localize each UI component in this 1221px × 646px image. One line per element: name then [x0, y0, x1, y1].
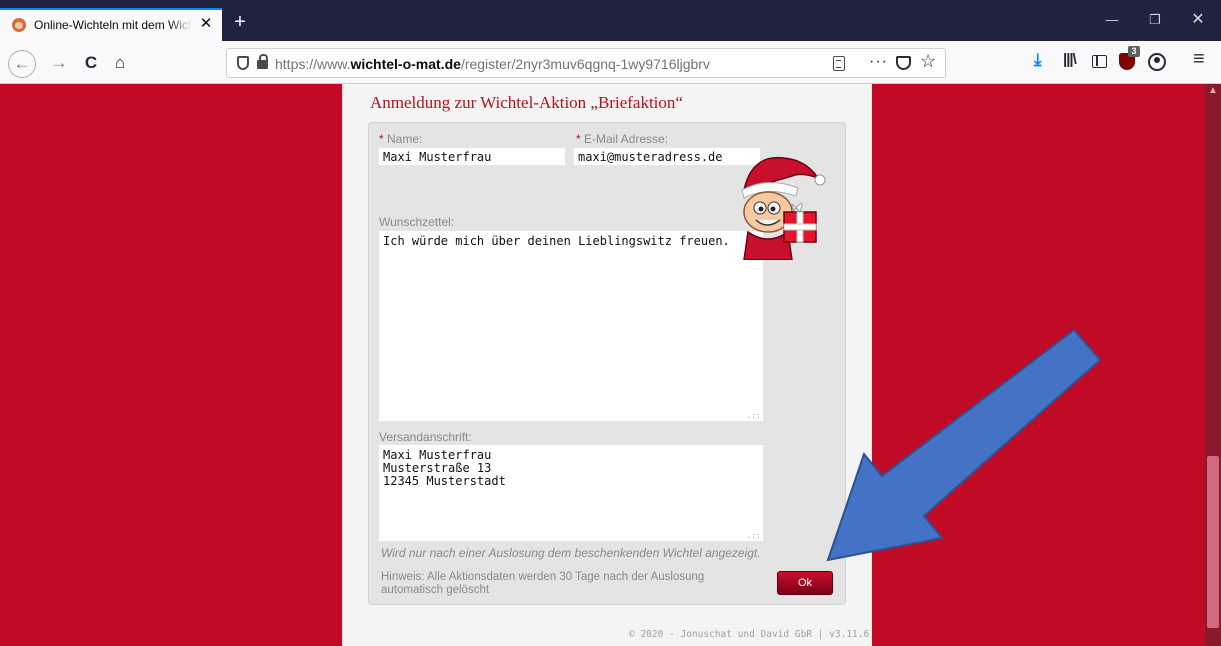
new-tab-button[interactable]: + [230, 12, 250, 32]
library-icon[interactable]: |||\ [1063, 51, 1077, 68]
tab-bar: Online-Wichteln mit dem Wichtel-O-Mat ✕ … [0, 0, 1221, 41]
page-actions-more-icon[interactable]: ··· [869, 53, 888, 71]
email-label: * E-Mail Adresse: [576, 132, 668, 146]
url-text[interactable]: https://www.wichtel-o-mat.de/register/2n… [275, 56, 710, 72]
bookmark-star-icon[interactable]: ☆ [920, 51, 936, 72]
tab-close-icon[interactable]: ✕ [198, 15, 214, 33]
reload-button[interactable]: C [80, 52, 102, 74]
url-domain: wichtel-o-mat.de [350, 56, 461, 72]
wichtel-mascot-icon [741, 156, 826, 260]
tab-title: Online-Wichteln mit dem Wichtel-O-Mat [34, 18, 192, 32]
name-label-text: Name: [383, 132, 423, 146]
ublock-badge: 3 [1128, 46, 1140, 57]
tracking-shield-icon[interactable] [237, 56, 249, 70]
address-text: Maxi Musterfrau Musterstraße 13 12345 Mu… [383, 448, 506, 488]
footer-copyright: © 2020 - Jonuschat und David GbR | v3.11… [629, 629, 870, 640]
ok-button[interactable]: Ok [777, 571, 833, 595]
window-close-button[interactable]: ✕ [1186, 10, 1210, 30]
address-label: Versandanschrift: [379, 430, 472, 444]
email-label-text: E-Mail Adresse: [580, 132, 669, 146]
url-prefix: https://www. [275, 56, 351, 72]
url-path: /register/2nyr3muv6qgnq-1wy9716ljgbrv [460, 56, 710, 72]
address-hint: Wird nur nach einer Auslosung dem besche… [381, 546, 761, 560]
lock-icon[interactable] [257, 54, 268, 69]
hamburger-menu-icon[interactable]: ≡ [1193, 48, 1205, 71]
data-deletion-note: Hinweis: Alle Aktionsdaten werden 30 Tag… [381, 571, 705, 596]
url-bar[interactable]: https://www.wichtel-o-mat.de/register/2n… [226, 48, 946, 78]
sidebar-icon[interactable] [1092, 55, 1107, 68]
scroll-up-icon[interactable]: ▲ [1205, 84, 1221, 98]
wishlist-textarea[interactable]: Ich würde mich über deinen Lieblingswitz… [378, 230, 764, 422]
window-maximize-button[interactable]: ❐ [1143, 10, 1167, 30]
name-label: * Name: [379, 132, 422, 146]
home-button[interactable]: ⌂ [109, 52, 131, 74]
address-textarea[interactable]: Maxi Musterfrau Musterstraße 13 12345 Mu… [378, 444, 764, 542]
wishlist-text: Ich würde mich über deinen Lieblingswitz… [383, 234, 730, 248]
scrollbar-thumb[interactable] [1207, 456, 1219, 628]
downloads-icon[interactable]: ⤓ [1034, 50, 1042, 70]
wichtel-favicon-icon [12, 18, 26, 32]
tab-active[interactable]: Online-Wichteln mit dem Wichtel-O-Mat ✕ [0, 8, 222, 41]
form-title: Anmeldung zur Wichtel-Aktion „Briefaktio… [370, 93, 683, 112]
page-scrollbar[interactable]: ▲ [1205, 84, 1221, 646]
back-button[interactable]: ← [8, 50, 36, 78]
pocket-icon[interactable] [896, 56, 911, 70]
resize-grip-icon[interactable]: .:: [747, 412, 761, 420]
name-input[interactable]: Maxi Musterfrau [378, 147, 566, 166]
forward-button[interactable]: → [48, 52, 70, 74]
navigation-toolbar: ← → C ⌂ https://www.wichtel-o-mat.de/reg… [0, 41, 1221, 84]
reader-view-icon[interactable] [833, 56, 845, 71]
wishlist-label: Wunschzettel: [379, 215, 455, 229]
window-minimize-button[interactable]: — [1100, 10, 1124, 30]
account-icon[interactable] [1148, 53, 1166, 71]
resize-grip-icon[interactable]: .:: [747, 532, 761, 540]
page-content: Anmeldung zur Wichtel-Aktion „Briefaktio… [0, 84, 1221, 646]
